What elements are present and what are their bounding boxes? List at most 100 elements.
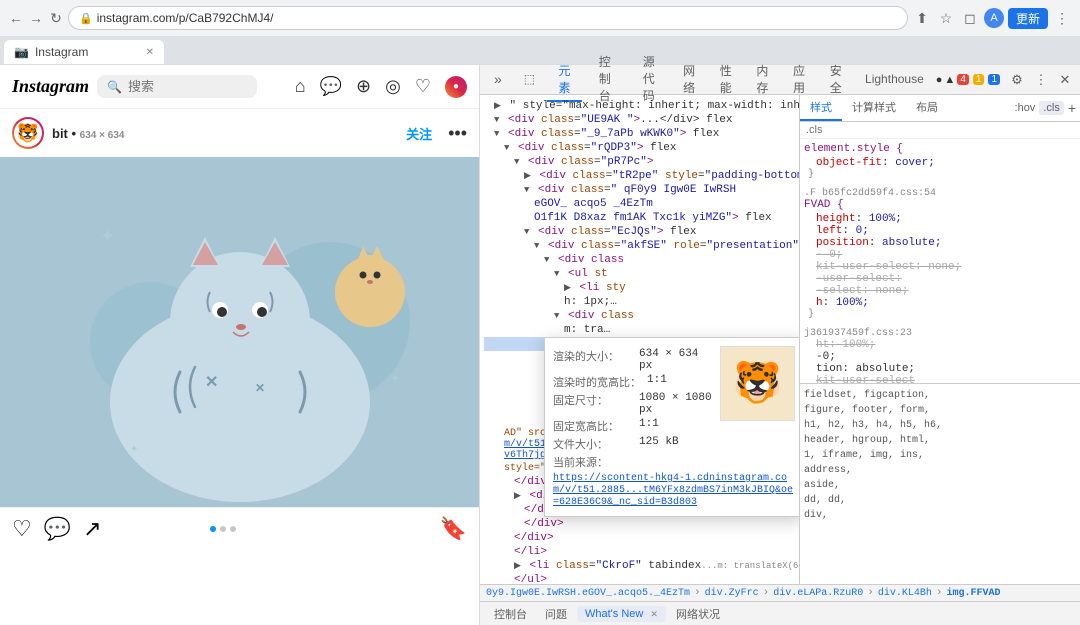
- fvad-close: }: [804, 309, 1076, 320]
- html-line-9[interactable]: O1f1K D8xaz fm1AK Txc1k yiMZG"> flex: [484, 211, 795, 225]
- address-bar[interactable]: 🔒 instagram.com/p/CaB792ChMJ4/: [68, 6, 908, 30]
- cls-button[interactable]: .cls: [1039, 101, 1064, 115]
- computed-text-1: fieldset, figcaption,: [804, 388, 1076, 403]
- profile-avatar-icon[interactable]: ●: [445, 76, 467, 98]
- html-line-17[interactable]: m: tra…: [484, 323, 795, 337]
- update-button[interactable]: 更新: [1008, 8, 1048, 29]
- html-line-16[interactable]: ▼ <div class: [484, 309, 795, 323]
- explore-icon[interactable]: ◎: [385, 76, 401, 97]
- breadcrumb-item-1[interactable]: 0y9.Igw0E.IwRSH.eGOV_.acqo5._4EzTm: [486, 588, 690, 599]
- computed-text-6: address,: [804, 463, 1076, 478]
- devtools-tab-inspect[interactable]: ⬚: [514, 68, 545, 92]
- breadcrumb-item-4[interactable]: div.KL4Bh: [878, 588, 932, 599]
- html-line-14[interactable]: ▶ <li sty: [484, 281, 795, 295]
- breadcrumb-item-3[interactable]: div.eLAPa.RzuR0: [773, 588, 863, 599]
- computed-tab[interactable]: 计算样式: [842, 95, 906, 121]
- breadcrumb-item-2[interactable]: div.ZyFrc: [705, 588, 759, 599]
- styles-top-panel: 样式 计算样式 布局 :hov .cls +: [800, 95, 1080, 384]
- closing-div-5[interactable]: </div>: [484, 531, 795, 545]
- collapse-icon-3[interactable]: ▼: [494, 129, 499, 139]
- carousel-dots: [210, 526, 236, 532]
- devtools-tab-expand[interactable]: »: [484, 67, 512, 93]
- search-input[interactable]: [128, 79, 228, 94]
- heart-icon[interactable]: ♡: [415, 76, 431, 97]
- bottom-tab-whatsnew[interactable]: What's New ✕: [577, 606, 666, 622]
- html-line-1[interactable]: ▶ " style="max-height: inherit; max-widt…: [484, 99, 795, 113]
- html-line-3[interactable]: ▼ <div class="_9_7aPb wKWK0"> flex: [484, 127, 795, 141]
- share-button[interactable]: ⬆: [912, 8, 932, 28]
- closing-li-crof[interactable]: ▶ <li class="CkroF" tabindex...m: transl…: [484, 559, 795, 573]
- url-text: instagram.com/p/CaB792ChMJ4/: [97, 11, 274, 25]
- svg-text:✦: ✦: [100, 226, 115, 246]
- closing-div-4[interactable]: </div>: [484, 517, 795, 531]
- html-line-4[interactable]: ▼ <div class="rQDP3"> flex: [484, 141, 795, 155]
- html-line-2[interactable]: ▼ <div class="UE9AK ">...</div> flex: [484, 113, 795, 127]
- style-select-none: -select: none;: [804, 285, 1076, 297]
- hov-button[interactable]: :hov: [1015, 102, 1036, 114]
- bottom-tab-issues[interactable]: 问题: [537, 604, 575, 624]
- back-button[interactable]: ←: [8, 10, 24, 26]
- html-line-11[interactable]: ▼ <div class="akfSE" role="presentation"…: [484, 239, 795, 253]
- preview-render-size: 渲染的大小： 634 × 634 px: [553, 348, 712, 372]
- devtools-tab-lighthouse[interactable]: Lighthouse: [855, 68, 934, 92]
- styles-tab[interactable]: 样式: [800, 95, 842, 121]
- layout-tab[interactable]: 布局: [906, 95, 948, 121]
- style-close-1: }: [804, 169, 1076, 180]
- share-icon[interactable]: ↗: [83, 516, 101, 542]
- home-icon[interactable]: ⌂: [295, 76, 306, 97]
- styles-filter-input[interactable]: [806, 124, 1074, 136]
- devtools-settings-button[interactable]: ⚙: [1006, 69, 1028, 91]
- bottom-tab-network-conditions[interactable]: 网络状况: [668, 604, 728, 624]
- like-icon[interactable]: ♡: [12, 516, 32, 542]
- breadcrumb-item-5[interactable]: img.FFVAD: [947, 588, 1001, 599]
- closing-ul[interactable]: </ul>: [484, 573, 795, 584]
- refresh-button[interactable]: ↻: [48, 10, 64, 26]
- html-line-10[interactable]: ▼ <div class="EcJQs"> flex: [484, 225, 795, 239]
- lock-icon: 🔒: [79, 12, 93, 25]
- collapse-icon-2[interactable]: ▼: [494, 115, 499, 125]
- devtools-more-button[interactable]: ⋮: [1030, 69, 1052, 91]
- follow-button[interactable]: 关注: [406, 124, 432, 143]
- html-line-12[interactable]: ▼ <div class: [484, 253, 795, 267]
- style-prop-object-fit: object-fit: cover;: [804, 157, 1076, 169]
- add-icon[interactable]: ⊕: [356, 76, 371, 97]
- html-line-7[interactable]: ▼ <div class=" qF0y9 Igw0E IwRSH: [484, 183, 795, 197]
- more-icon[interactable]: •••: [448, 123, 467, 144]
- whatsnew-close-icon[interactable]: ✕: [650, 609, 658, 619]
- ig-actions-bar: ♡ 💬 ↗ 🔖: [0, 507, 479, 550]
- bookmark-button[interactable]: ☆: [936, 8, 956, 28]
- profile-button[interactable]: A: [984, 8, 1004, 28]
- collapse-icon[interactable]: ▶: [494, 101, 501, 111]
- extension-button[interactable]: ◻: [960, 8, 980, 28]
- dot-1: [210, 526, 216, 532]
- preview-source-url[interactable]: https://scontent-hkg4-1.cdninstagram.com…: [553, 472, 795, 508]
- ig-post-image: ✕ ✕ ✦ ✦ ✦: [0, 157, 479, 507]
- html-line-6[interactable]: ▶ <div class="tR2pe" style="padding-bott…: [484, 169, 795, 183]
- forward-button[interactable]: →: [28, 10, 44, 26]
- html-line-15[interactable]: h: 1px;…: [484, 295, 795, 309]
- instagram-logo: Instagram: [12, 76, 89, 97]
- browser-chrome: ← → ↻ 🔒 instagram.com/p/CaB792ChMJ4/ ⬆ ☆…: [0, 0, 1080, 65]
- save-icon[interactable]: 🔖: [440, 516, 467, 542]
- style-kit-user-select: kit-user-select: none;: [804, 261, 1076, 273]
- html-line-5[interactable]: ▼ <div class="pR7Pc">: [484, 155, 795, 169]
- bottom-tab-console[interactable]: 控制台: [486, 604, 535, 624]
- j36-style-section: j361937459f.css:23 ht: 100%; -0; tion: a…: [804, 328, 1076, 384]
- menu-button[interactable]: ⋮: [1052, 8, 1072, 28]
- html-line-8[interactable]: eGOV_ acqo5 _4EzTm: [484, 197, 795, 211]
- style-ht: ht: 100%;: [804, 339, 1076, 351]
- closing-li[interactable]: </li>: [484, 545, 795, 559]
- dot-3: [230, 526, 236, 532]
- tab-close-button[interactable]: ✕: [146, 47, 154, 58]
- html-line-13[interactable]: ▼ <ul st: [484, 267, 795, 281]
- comment-icon[interactable]: 💬: [44, 516, 71, 542]
- active-tab[interactable]: 📷 Instagram ✕: [4, 40, 164, 64]
- styles-add-button[interactable]: +: [1068, 100, 1076, 116]
- img-popup-container: IwRSH… 🐯 渲染的大小： 634 × 634 px 渲染时的宽高比： 1:…: [484, 337, 795, 351]
- ig-search-bar[interactable]: 🔍: [97, 75, 257, 98]
- image-preview-popup: 🐯 渲染的大小： 634 × 634 px 渲染时的宽高比： 1:1 固定尺寸：…: [544, 337, 800, 517]
- messenger-icon[interactable]: 💬: [320, 76, 342, 97]
- styles-content-area: element.style { object-fit: cover; } .F …: [800, 139, 1080, 384]
- devtools-close-button[interactable]: ✕: [1054, 69, 1076, 91]
- computed-text-9: div,: [804, 508, 1076, 523]
